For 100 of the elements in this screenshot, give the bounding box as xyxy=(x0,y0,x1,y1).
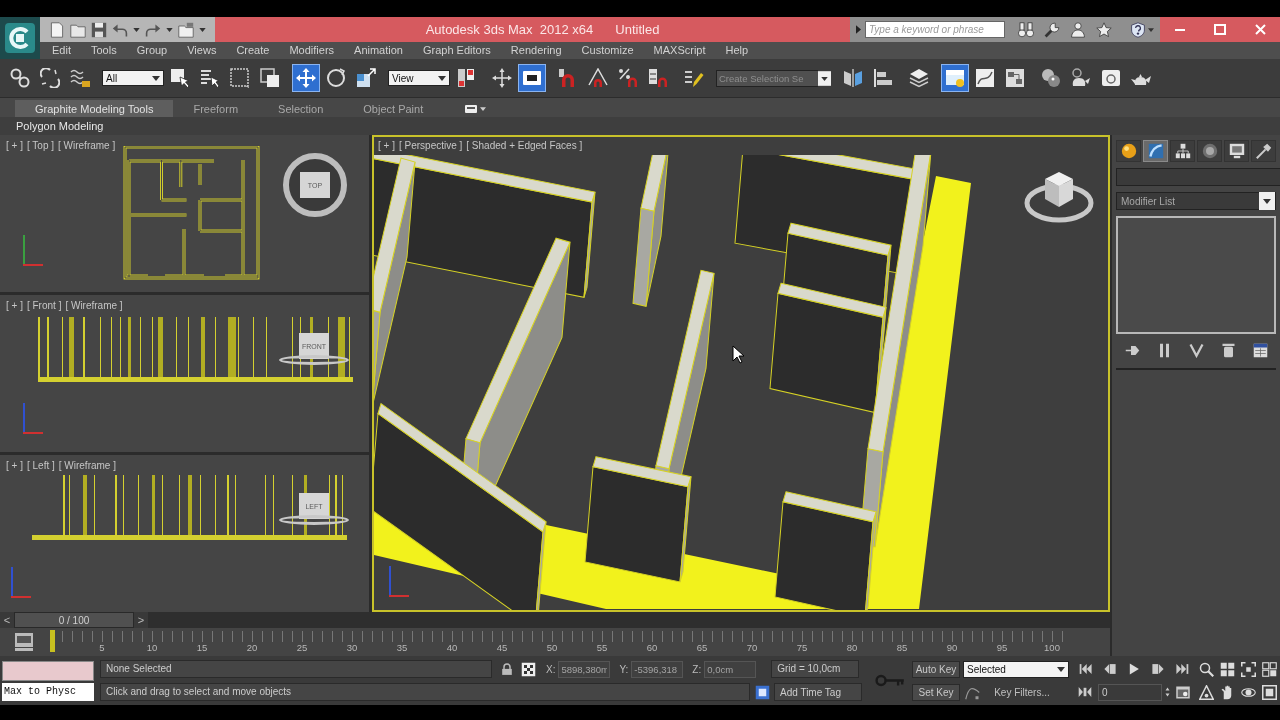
coordinate-label: Y: xyxy=(619,663,629,675)
current-frame-marker[interactable] xyxy=(50,630,55,652)
curve-graph-icon xyxy=(975,68,995,88)
menu-item[interactable]: Rendering xyxy=(500,43,572,58)
current-frame-field[interactable]: 0 xyxy=(1098,683,1162,701)
frame-tick-label: 35 xyxy=(395,642,409,653)
menu-item[interactable]: Customize xyxy=(571,43,644,58)
menu-item[interactable]: Help xyxy=(715,43,759,58)
frame-window-icon xyxy=(1101,68,1121,88)
close-icon xyxy=(1254,24,1266,35)
info-center-button[interactable] xyxy=(1093,19,1115,40)
viewport-label-menu[interactable]: [ Perspective ] xyxy=(398,139,463,152)
viewport[interactable]: [ + ] [ Perspective ] [ Shaded + Edged Faces ] xyxy=(372,135,1110,612)
grid-squares-icon xyxy=(1262,661,1277,677)
caret-icon xyxy=(166,27,173,32)
viewport-label-menu[interactable]: [ Front ] xyxy=(26,299,62,312)
add-time-tag-button[interactable]: Add Time Tag xyxy=(774,683,862,701)
command-panel-tab[interactable] xyxy=(1170,140,1195,162)
monitor-frame-icon xyxy=(522,68,542,88)
maximize-icon xyxy=(1214,24,1226,35)
converging-arrows-icon xyxy=(1077,685,1093,699)
command-panel-tab[interactable] xyxy=(1197,140,1222,162)
toolbar-dropdown[interactable]: All xyxy=(102,70,164,86)
quick-access-button[interactable] xyxy=(177,20,195,39)
sphere-icon xyxy=(1120,143,1137,159)
key-filters-button[interactable]: Key Filters... xyxy=(984,683,1060,701)
menu-item[interactable]: Create xyxy=(226,43,280,58)
command-panel-tab[interactable] xyxy=(1224,140,1249,162)
magnifier-icon xyxy=(1199,661,1214,677)
viewport-label-menu[interactable]: [ Top ] xyxy=(26,139,54,152)
quick-access-button[interactable] xyxy=(48,20,66,39)
viewport-label-menu[interactable]: [ Wireframe ] xyxy=(58,139,116,152)
key-set-dropdown[interactable]: Selected xyxy=(963,660,1069,678)
previous-frame-button[interactable]: < xyxy=(0,612,14,628)
menu-item[interactable]: Edit xyxy=(42,43,81,58)
app-logo-icon xyxy=(5,23,35,53)
viewport-label-menu[interactable]: [ + ] xyxy=(378,139,395,152)
frame-tick-label: 65 xyxy=(695,642,709,653)
menu-item[interactable]: Modifiers xyxy=(279,43,345,58)
layers-icon xyxy=(909,68,929,88)
new-file-icon xyxy=(49,21,65,38)
square-toggle-icon xyxy=(754,684,770,700)
ribbon-tab[interactable]: Object Paint xyxy=(343,100,444,117)
viewport-navigation-button[interactable] xyxy=(1197,682,1216,702)
menu-item[interactable]: Graph Editors xyxy=(412,43,501,58)
viewport-label-menu[interactable]: [ Shaded + Edged Faces ] xyxy=(466,139,583,152)
rotate-circle-icon xyxy=(326,68,346,88)
auto-key-button[interactable]: Auto Key xyxy=(912,660,960,678)
viewport-label-menu[interactable]: [ + ] xyxy=(6,139,23,152)
object-name-field[interactable] xyxy=(1116,168,1280,186)
scale-icon xyxy=(356,68,376,88)
time-slider-thumb[interactable]: < 0 / 100 > xyxy=(0,612,148,628)
viewport-navigation-button[interactable] xyxy=(1260,682,1279,702)
expand-triangle-icon xyxy=(856,25,861,34)
viewport-label-menu[interactable]: [ Left ] xyxy=(26,459,55,472)
quick-access-button[interactable] xyxy=(90,20,108,39)
caret-icon xyxy=(133,27,140,32)
selection-status: None Selected xyxy=(100,660,492,678)
menu-item[interactable]: Group xyxy=(126,43,178,58)
go-end-icon xyxy=(1173,662,1190,676)
maxscript-input-field[interactable] xyxy=(2,660,94,681)
viewport-label-menu[interactable]: [ + ] xyxy=(6,459,23,472)
ribbon-tab[interactable]: Freeform xyxy=(173,100,259,117)
axis-tripod-icon xyxy=(22,233,44,267)
toolbar-dropdown[interactable]: View xyxy=(388,70,450,86)
menu-item[interactable]: Animation xyxy=(344,43,413,58)
frame-tick-label: 10 xyxy=(145,642,159,653)
align-bars-icon xyxy=(873,68,893,88)
ribbon-tab[interactable]: Graphite Modeling Tools xyxy=(15,100,174,117)
application-button[interactable] xyxy=(0,17,40,59)
info-center-button[interactable] xyxy=(1015,19,1037,40)
modifier-list-dropdown[interactable]: Modifier List xyxy=(1116,192,1276,210)
modifier-stack-list[interactable] xyxy=(1116,216,1276,334)
viewport-navigation-button[interactable] xyxy=(1260,659,1279,679)
command-panel-tab[interactable] xyxy=(1251,140,1276,162)
ribbon-panel-button[interactable]: Polygon Modeling xyxy=(14,120,106,132)
frame-tick-label: 55 xyxy=(595,642,609,653)
maxscript-output-field[interactable]: Max to Physc xyxy=(2,682,94,701)
grid-spacing-readout: Grid = 10,0cm xyxy=(771,660,860,678)
overlapping-squares-icon xyxy=(260,68,280,88)
menu-item[interactable]: Views xyxy=(177,43,227,58)
coordinate-label: Z: xyxy=(692,663,702,675)
command-panel-tab[interactable] xyxy=(1143,140,1168,162)
axis-tripod-icon xyxy=(22,401,44,435)
menu-item[interactable]: MAXScript xyxy=(643,43,716,58)
next-frame-button[interactable]: > xyxy=(134,612,148,628)
time-tag-toggle-button[interactable] xyxy=(753,683,771,701)
viewport-label-menu[interactable]: [ + ] xyxy=(6,299,23,312)
viewport-navigation-button[interactable] xyxy=(1239,659,1258,679)
frame-tick-label: 5 xyxy=(98,642,106,653)
ribbon-tab[interactable]: Selection xyxy=(258,100,344,117)
viewport-label-menu[interactable]: [ Wireframe ] xyxy=(65,299,123,312)
transform-mode-button[interactable] xyxy=(519,660,537,678)
command-panel-tab[interactable] xyxy=(1116,140,1141,162)
toolbar-button[interactable] xyxy=(518,64,546,92)
set-key-button[interactable]: Set Key xyxy=(912,683,960,701)
viewport-label-menu[interactable]: [ Wireframe ] xyxy=(58,459,116,472)
menu-item[interactable]: Tools xyxy=(80,43,127,58)
search-field[interactable]: Type a keyword or phrase xyxy=(865,21,1005,38)
caret-icon xyxy=(818,69,831,87)
